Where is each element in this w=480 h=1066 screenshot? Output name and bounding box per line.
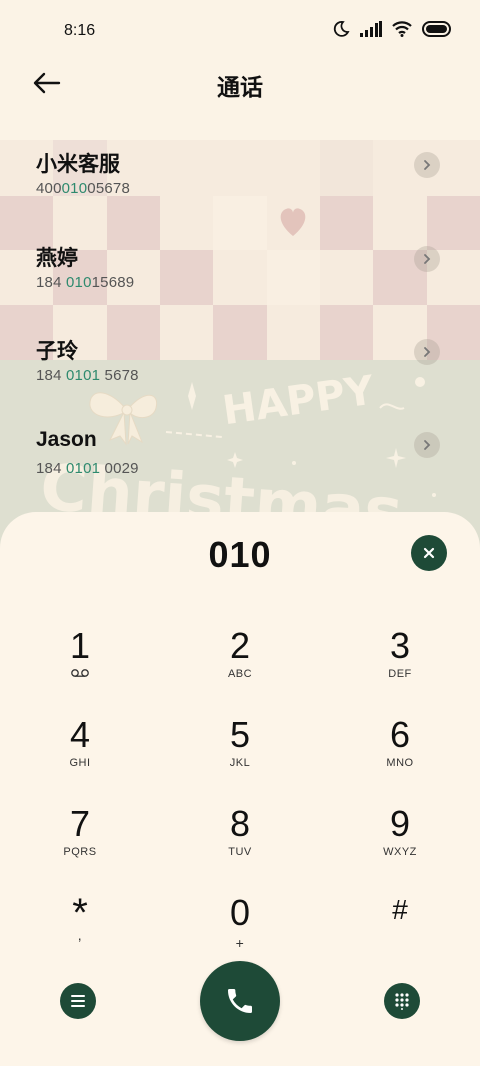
contact-name: 燕婷 [36,247,78,270]
contact-item[interactable]: Jason 184 0101 0029 [0,428,480,506]
contact-name: 子玲 [36,340,78,363]
contact-item[interactable]: 燕婷 184 01015689 [0,242,480,320]
key-letters: WXYZ [383,846,417,858]
dialpad-toggle-button[interactable] [384,983,420,1019]
key-digit: 3 [389,625,411,666]
key-hash[interactable]: # [340,890,460,970]
key-2[interactable]: 2 ABC [180,626,300,706]
key-9[interactable]: 9 WXYZ [340,804,460,884]
key-5[interactable]: 5 JKL [180,715,300,795]
key-7[interactable]: 7 PQRS [20,804,140,884]
moon-icon [333,21,350,37]
key-4[interactable]: 4 GHI [20,715,140,795]
key-8[interactable]: 8 TUV [180,804,300,884]
key-letters: , [77,927,83,943]
contact-number: 184 01015689 [36,274,135,291]
dial-input[interactable]: 010 [0,534,480,576]
key-letters: JKL [229,757,251,769]
wifi-icon [392,21,412,37]
key-letters: ABC [227,668,253,680]
contact-number: 40001005678 [36,180,130,197]
clear-button[interactable] [411,535,447,571]
page-title: 通话 [217,74,263,100]
key-digit: 6 [389,714,411,755]
key-digit: # [392,894,408,925]
key-3[interactable]: 3 DEF [340,626,460,706]
menu-button[interactable] [60,983,96,1019]
phone-icon [228,989,252,1013]
key-digit: 1 [69,625,91,666]
key-digit: 2 [229,625,251,666]
status-time: 8:16 [64,22,96,39]
voicemail-icon [20,668,140,682]
key-letters: TUV [228,846,252,858]
status-icons [332,20,452,38]
contact-number: 184 0101 5678 [36,367,139,384]
key-letters: + [235,935,245,951]
contact-number: 184 0101 0029 [36,460,139,477]
chevron-right-icon[interactable] [414,432,440,458]
key-digit: 9 [389,803,411,844]
key-digit: 5 [229,714,251,755]
contact-name: Jason [36,428,97,451]
contact-item[interactable]: 子玲 184 0101 5678 [0,335,480,413]
signal-icon [360,21,382,37]
key-letters: GHI [69,757,91,769]
dialpad-icon [395,993,409,1010]
key-letters [340,932,460,946]
key-6[interactable]: 6 MNO [340,715,460,795]
status-bar: 8:16 [0,0,480,62]
contact-item[interactable]: 小米客服 40001005678 [0,148,480,226]
key-letters: DEF [388,668,412,680]
chevron-right-icon[interactable] [414,152,440,178]
key-digit: 7 [69,803,91,844]
call-button[interactable] [200,961,280,1041]
chevron-right-icon[interactable] [414,246,440,272]
key-1[interactable]: 1 [20,626,140,706]
key-digit: 4 [69,714,91,755]
contact-name: 小米客服 [36,153,120,176]
key-letters: PQRS [63,846,97,858]
battery-icon [422,21,451,37]
key-digit: 0 [229,892,251,933]
key-star[interactable]: * , [20,893,140,973]
menu-icon [71,995,85,1007]
chevron-right-icon[interactable] [414,339,440,365]
key-letters: MNO [386,757,414,769]
key-digit: 8 [229,803,251,844]
close-icon [423,547,435,559]
